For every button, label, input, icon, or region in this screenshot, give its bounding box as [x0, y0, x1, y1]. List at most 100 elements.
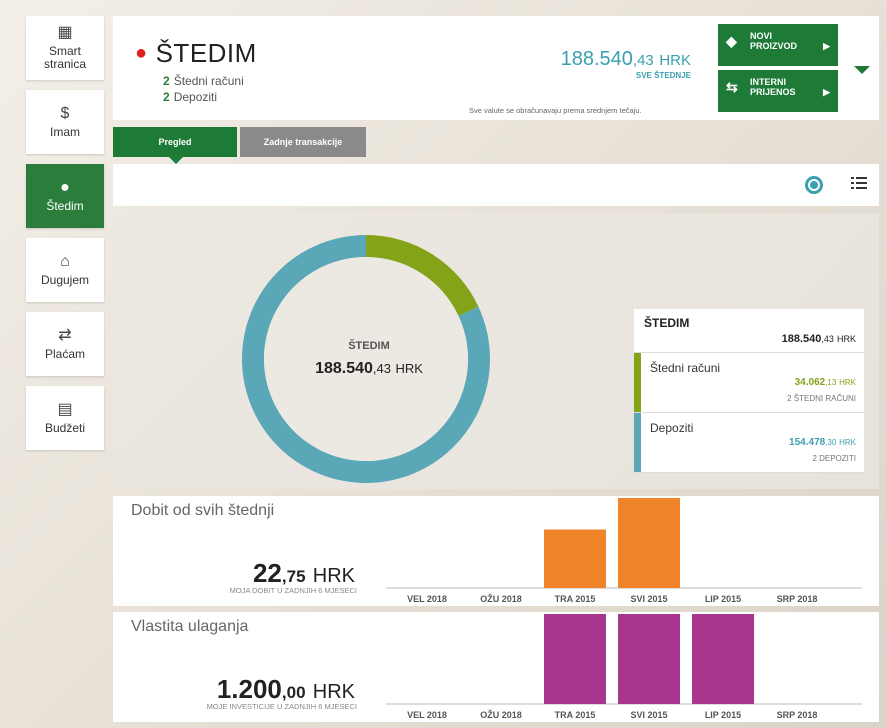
tab-bar: Pregled Zadnje transakcije	[113, 127, 366, 164]
total-savings-label: SVE ŠTEDNJE	[635, 71, 691, 80]
internal-transfer-button[interactable]: ⇆ INTERNI PRIJENOS ▶	[718, 70, 838, 112]
tag-icon: ◆	[726, 33, 737, 49]
legend-color-swatch	[634, 353, 641, 412]
sidebar-item-stedim[interactable]: ● Štedim	[26, 164, 104, 228]
money-bag-icon: $	[60, 104, 70, 122]
page-title-text: ŠTEDIM	[155, 38, 257, 68]
transfer-arrows-icon: ⇆	[726, 79, 738, 95]
view-toggle-bar	[113, 164, 879, 206]
legend-row-sub: 2 DEPOZITI	[812, 454, 856, 463]
legend-total: 188.540,43 HRK	[782, 333, 856, 345]
panel-subtitle: MOJE INVESTICIJE U ZADNJIH 6 MJESECI	[206, 702, 357, 711]
x-tick-label: OŽU 2018	[480, 593, 522, 604]
grid-icon: ▦	[57, 24, 73, 41]
currency: HRK	[312, 681, 355, 703]
sidebar-item-placam[interactable]: ⇄ Plaćam	[26, 312, 104, 376]
tab-zadnje-transakcije[interactable]: Zadnje transakcije	[240, 127, 366, 157]
sidebar-item-label: Dugujem	[40, 272, 90, 287]
panel-title: Dobit od svih štednji	[131, 502, 275, 519]
amount-dec: ,00	[281, 683, 306, 702]
new-product-button[interactable]: ◆ NOVI PROIZVOD ▶	[718, 24, 838, 66]
x-tick-label: VEL 2018	[407, 710, 447, 720]
button-label-line1: INTERNI	[750, 77, 786, 87]
currency: HRK	[395, 361, 423, 376]
label: Depoziti	[173, 90, 218, 104]
bar-2[interactable]	[544, 529, 606, 589]
sidebar-item-dugujem[interactable]: ⌂ Dugujem	[26, 238, 104, 302]
amount-int: 188.540	[781, 333, 822, 345]
sidebar-item-budzeti[interactable]: ▤ Budžeti	[26, 386, 104, 450]
sidebar-item-label: Štedim	[46, 198, 84, 213]
profit-value: 22,75 HRK	[133, 558, 355, 589]
bar-3[interactable]	[618, 498, 680, 588]
amount-dec: ,13	[825, 378, 837, 387]
bar-2[interactable]	[544, 614, 606, 704]
legend-header: ŠTEDIM 188.540,43 HRK	[634, 309, 864, 353]
donut-chart	[241, 235, 491, 483]
bar-3[interactable]	[618, 614, 680, 704]
donut-legend: ŠTEDIM 188.540,43 HRK Štedni računi 34.0…	[634, 309, 864, 473]
play-arrow-icon: ▶	[823, 87, 830, 97]
profit-panel: Dobit od svih štednji 22,75 HRK MOJA DOB…	[113, 496, 879, 606]
investments-panel: Vlastita ulaganja 1.200,00 HRK MOJE INVE…	[113, 612, 879, 722]
tab-pregled[interactable]: Pregled	[113, 127, 237, 164]
x-tick-label: OŽU 2018	[480, 709, 522, 720]
sidebar: ▦ Smart stranica $ Imam ● Štedim ⌂ Duguj…	[26, 16, 104, 460]
donut-center-label: ŠTEDIM	[348, 340, 390, 352]
label: Štedni računi	[173, 74, 244, 88]
x-tick-label: LIP 2015	[705, 710, 741, 720]
x-tick-label: TRA 2015	[555, 710, 596, 720]
investments-bar-chart: VEL 2018 OŽU 2018 TRA 2015 SVI 2015 LIP 2015…	[386, 614, 862, 720]
legend-row-depoziti[interactable]: Depoziti 154.478,30 HRK 2 DEPOZITI	[634, 413, 864, 473]
x-tick-label: SRP 2018	[777, 594, 818, 604]
amount-dec: ,43	[821, 334, 834, 344]
chevron-down-icon[interactable]	[854, 66, 870, 74]
donut-view-icon[interactable]	[805, 176, 823, 194]
amount-dec: ,75	[281, 567, 306, 586]
deposits-count[interactable]: 2 Depoziti	[163, 90, 217, 104]
amount-dec: ,30	[825, 438, 837, 447]
count: 2	[163, 90, 170, 104]
count: 2	[163, 74, 170, 88]
currency: HRK	[839, 438, 856, 447]
legend-row-stedni-racuni[interactable]: Štedni računi 34.062,13 HRK 2 ŠTEDNI RAČ…	[634, 353, 864, 413]
wallet-icon: ▤	[57, 400, 73, 418]
donut-hole	[264, 257, 468, 461]
page-header: ● ŠTEDIM 2 Štedni računi 2 Depoziti 188.54…	[113, 16, 879, 120]
x-tick-label: SVI 2015	[630, 594, 667, 604]
panel-subtitle: MOJA DOBIT U ZADNJIH 6 MJESECI	[229, 586, 357, 595]
legend-color-swatch	[634, 413, 641, 472]
amount-int: 1.200	[216, 674, 282, 704]
total-savings-amount: 188.540,43 HRK	[531, 48, 691, 71]
page-title: ● ŠTEDIM	[135, 38, 257, 69]
piggy-bank-icon: ●	[60, 178, 70, 196]
sidebar-item-smart-stranica[interactable]: ▦ Smart stranica	[26, 16, 104, 80]
currency: HRK	[312, 565, 355, 587]
list-view-icon[interactable]	[851, 177, 867, 191]
amount-int: 154.478	[789, 437, 826, 448]
sidebar-item-imam[interactable]: $ Imam	[26, 90, 104, 154]
panel-title: Vlastita ulaganja	[131, 618, 249, 635]
amount-dec: ,43	[372, 361, 391, 376]
house-debt-icon: ⌂	[60, 252, 70, 270]
button-label-line1: NOVI	[750, 31, 773, 41]
payment-icon: ⇄	[58, 326, 72, 344]
profit-bar-chart: VEL 2018 OŽU 2018 TRA 2015 SVI 2015 LIP 2015…	[386, 498, 862, 604]
x-tick-label: LIP 2015	[705, 594, 741, 604]
bar-4[interactable]	[692, 614, 754, 704]
investments-value: 1.200,00 HRK	[133, 674, 355, 705]
sidebar-item-label: Budžeti	[44, 420, 86, 435]
sidebar-item-label: Smart stranica	[43, 44, 87, 71]
amount-int: 188.540	[560, 48, 633, 70]
legend-row-name: Štedni računi	[650, 361, 721, 375]
currency: HRK	[836, 334, 856, 344]
savings-accounts-count[interactable]: 2 Štedni računi	[163, 74, 244, 88]
play-arrow-icon: ▶	[823, 41, 830, 51]
sidebar-item-label: Imam	[50, 124, 80, 139]
currency: HRK	[839, 378, 856, 387]
legend-title: ŠTEDIM	[644, 316, 690, 330]
amount-int: 34.062	[794, 377, 826, 388]
legend-row-value: 34.062,13 HRK	[795, 377, 856, 388]
currency-note: Sve valute se obračunavaju prema srednje…	[469, 106, 642, 115]
x-tick-label: SRP 2018	[777, 710, 818, 720]
